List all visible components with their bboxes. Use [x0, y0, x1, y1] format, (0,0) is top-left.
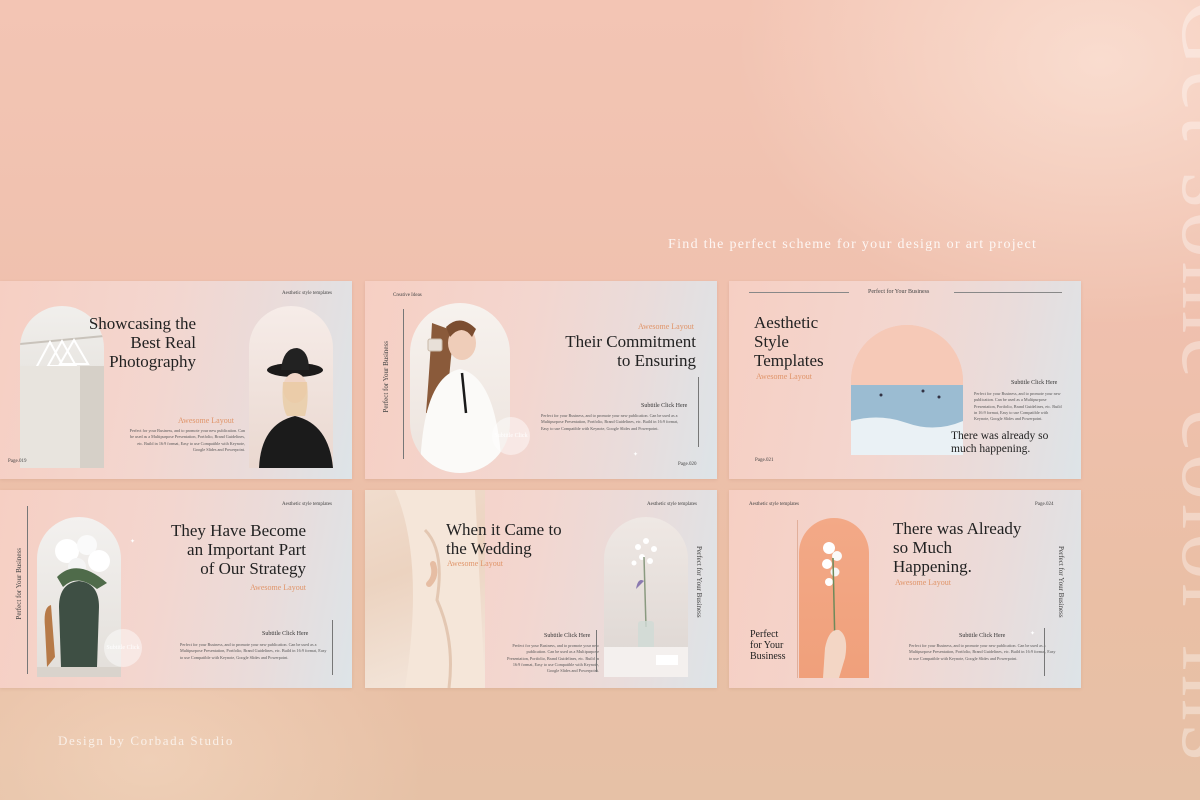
slide-title: They Have Become an Important Part of Our … — [171, 521, 306, 579]
slide-header: Aesthetic style templates — [749, 502, 799, 507]
page-number: Page.020 — [678, 462, 697, 467]
slide-header: Aesthetic style templates — [282, 502, 332, 507]
accent-label: Awesome Layout — [895, 578, 951, 587]
sparkle-icon: ✦ — [633, 452, 639, 458]
body-text: Perfect for your Business, and to promot… — [909, 643, 1056, 661]
accent-label: Awesome Layout — [638, 322, 694, 331]
page-number: Page.021 — [755, 458, 774, 463]
body-text: Perfect for your Business, and to promot… — [129, 428, 245, 452]
vertical-label: Perfect for Your Business — [15, 548, 23, 620]
sparkle-icon: ✦ — [1030, 631, 1036, 637]
table-flowers-photo — [604, 517, 688, 677]
body-text: Perfect for your Business, and to promot… — [507, 643, 599, 674]
tagline: Find the perfect scheme for your design … — [668, 237, 1038, 252]
slide-header: Aesthetic style templates — [282, 291, 332, 296]
divider — [698, 377, 699, 447]
slide-title: When it Came to the Wedding — [446, 520, 562, 559]
slide-header: Creative Ideas — [393, 293, 422, 298]
subtitle-text: Subtitle Click Here — [1011, 380, 1058, 386]
accent-label: Awesome Layout — [178, 416, 234, 425]
body-text: Perfect for your Business, and to promot… — [180, 642, 327, 660]
subtitle-text: Subtitle Click Here — [544, 633, 591, 639]
divider — [332, 620, 333, 675]
quote-text: There was already so much happening. — [951, 430, 1049, 455]
slide-title: Showcasing the Best Real Photography — [88, 314, 196, 372]
subtitle-text: Subtitle Click Here — [262, 631, 309, 637]
ocean-surfers-photo — [851, 325, 963, 455]
subtitle-text: Subtitle Click Here — [959, 633, 1006, 639]
slide-1[interactable]: Aesthetic style templates Showcasing the… — [0, 281, 352, 479]
divider — [596, 630, 597, 672]
accent-label: Awesome Layout — [250, 583, 306, 592]
subtitle-badge[interactable]: Subtitle Click — [492, 417, 530, 455]
slide-title: There was Already so Much Happening. — [893, 519, 1022, 577]
body-text: Perfect for your Business, and to promot… — [974, 391, 1062, 422]
slide-6[interactable]: Aesthetic style templates Page.024 Perfe… — [729, 490, 1081, 688]
subtitle-text: Subtitle Click Here — [641, 403, 688, 409]
slide-2[interactable]: Creative Ideas Perfect for Your Business… — [365, 281, 717, 479]
subtitle-badge[interactable]: Subtitle Click — [104, 629, 142, 667]
woman-black-hat-photo — [249, 306, 333, 468]
vertical-label: Perfect for Your Business — [695, 546, 703, 618]
divider — [954, 292, 1062, 293]
body-text: Perfect for your Business, and to promot… — [541, 413, 679, 431]
page-number: Page.019 — [8, 459, 27, 464]
accent-label: Awesome Layout — [756, 372, 812, 381]
slide-title: Their Commitment to Ensuring — [565, 332, 696, 371]
slide-4[interactable]: Perfect for Your Business Subtitle Click… — [0, 490, 352, 688]
slide-header: Perfect for Your Business — [868, 289, 930, 295]
divider — [749, 292, 849, 293]
sparkle-icon: ✦ — [130, 539, 136, 545]
slide-title: Aesthetic Style Templates — [754, 313, 824, 371]
page-number: Page.024 — [1035, 502, 1054, 507]
side-title: Perfect for Your Business — [750, 629, 786, 662]
divider — [797, 520, 798, 678]
divider — [1044, 628, 1045, 676]
slide-5[interactable]: Aesthetic style templates When it Came t… — [365, 490, 717, 688]
hand-flower-photo — [799, 518, 869, 678]
divider — [403, 309, 404, 459]
accent-label: Awesome Layout — [447, 559, 503, 568]
credit: Design by Corbada Studio — [58, 733, 234, 748]
vertical-heading: Get some color ins — [1163, 0, 1200, 765]
vertical-label: Perfect for Your Business — [1057, 546, 1065, 618]
divider — [27, 506, 28, 674]
slide-header: Aesthetic style templates — [647, 502, 697, 507]
slide-3[interactable]: Perfect for Your Business Aesthetic Style… — [729, 281, 1081, 479]
vertical-label: Perfect for Your Business — [382, 341, 390, 413]
